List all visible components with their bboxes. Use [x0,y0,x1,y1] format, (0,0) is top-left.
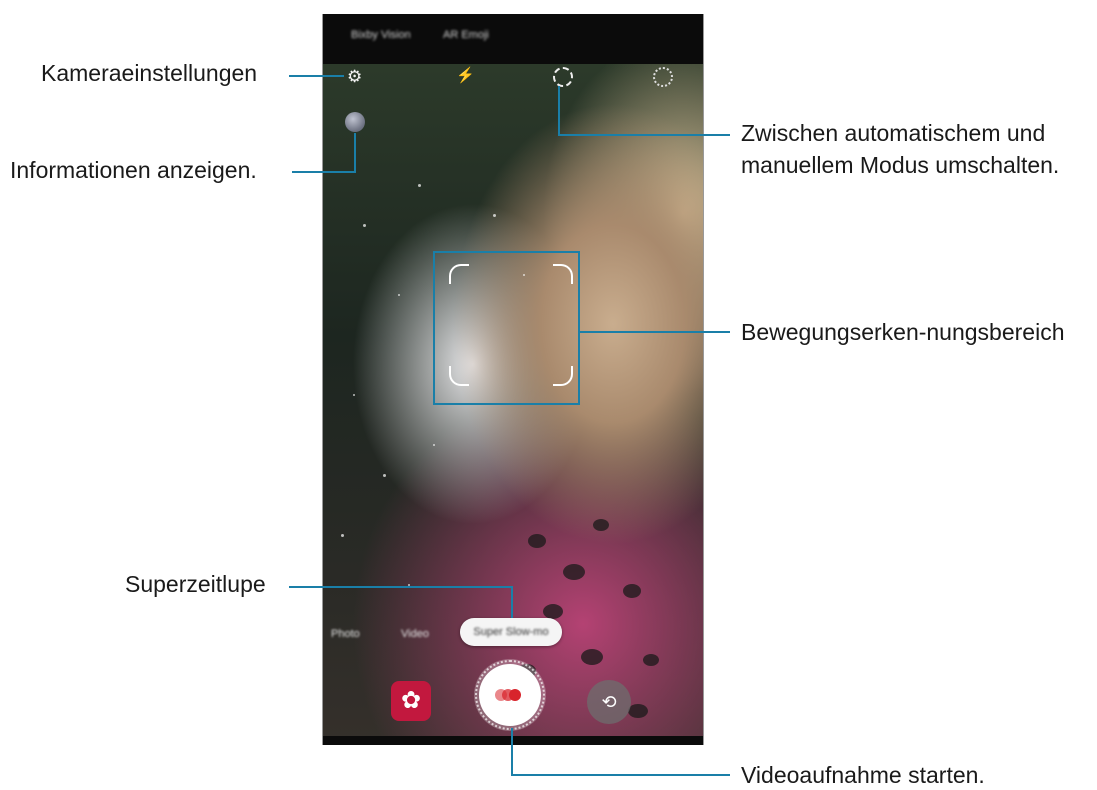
mode-video[interactable]: Video [401,628,429,640]
record-button[interactable] [479,664,541,726]
callout-show-info: Informationen anzeigen. [10,157,257,183]
callout-super-slow-mo: Superzeitlupe [125,571,266,597]
info-icon[interactable] [345,112,365,132]
detection-area-highlight [433,251,580,405]
switch-camera-icon: ⟲ [601,692,617,712]
gallery-flower-icon: ✿ [400,687,422,714]
aspect-ratio-icon[interactable] [653,67,673,87]
callout-motion-detection-area: Bewegungserken-nungsbereich [741,319,1065,345]
auto-detect-icon[interactable] [553,67,573,87]
callout-auto-manual-line1: Zwischen automatischem und [741,120,1046,146]
mode-super-slow-mo-selected[interactable]: Super Slow-mo [460,618,562,646]
leader-record-h [511,774,730,776]
mode-ar-emoji[interactable]: AR Emoji [443,29,489,41]
top-mode-bar: Bixby Vision AR Emoji [323,14,703,64]
callout-camera-settings: Kameraeinstellungen [41,60,258,86]
leader-detection [580,331,730,333]
leader-info-h [292,171,356,173]
leader-settings [289,75,344,77]
bottom-bar [323,736,703,745]
mode-bixby-vision[interactable]: Bixby Vision [351,29,411,41]
leader-auto-h [558,134,730,136]
switch-camera-button[interactable]: ⟲ [587,680,631,724]
leader-superslow-h [289,586,513,588]
gallery-button[interactable]: ✿ [391,681,431,721]
leader-superslow-v [511,586,513,618]
super-slow-record-icon [495,689,527,701]
mode-photo[interactable]: Photo [331,628,360,640]
mode-super-slow-mo-label: Super Slow-mo [473,626,549,638]
leader-info-v [354,133,356,173]
leader-auto-v [558,86,560,136]
callout-start-video-recording: Videoaufnahme starten. [741,762,985,788]
leader-record-v [511,728,513,776]
flash-off-icon[interactable]: ⚡ [456,68,475,83]
callout-auto-manual-line2: manuellem Modus umschalten. [741,152,1060,178]
gear-icon[interactable]: ⚙ [347,68,362,85]
